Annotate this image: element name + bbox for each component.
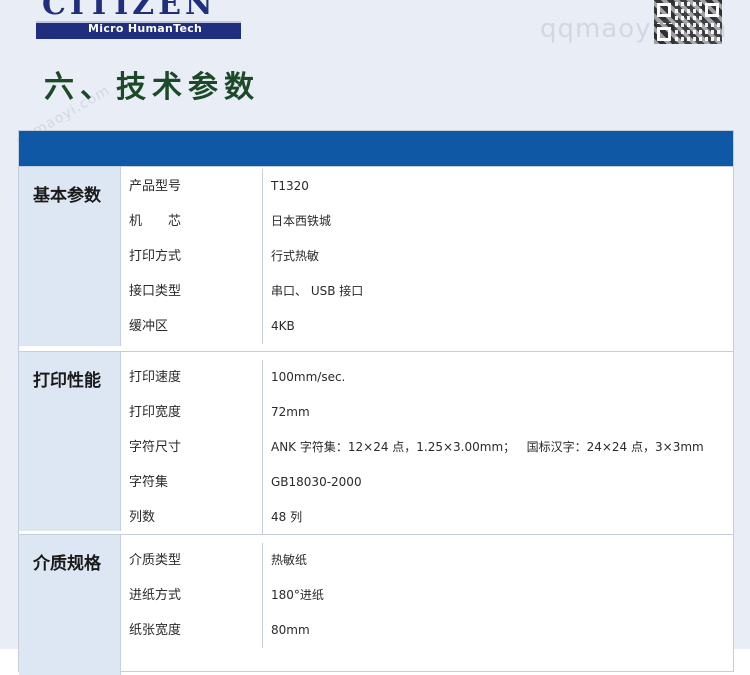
table-row: 缓冲区 4KB bbox=[122, 309, 733, 344]
table-row: 字符集 GB18030-2000 bbox=[122, 465, 733, 500]
param-name: 产品型号 bbox=[122, 169, 263, 204]
page-title: 六、技术参数 bbox=[44, 70, 260, 105]
param-value: 100mm/sec. bbox=[271, 370, 346, 384]
param-value: T1320 bbox=[271, 179, 309, 193]
param-name: 打印方式 bbox=[122, 239, 263, 274]
spec-table: 基本参数 产品型号 T1320 机 芯 日本西铁城 打印方式 行式热敏 接口类型… bbox=[18, 130, 734, 675]
qr-finder bbox=[654, 24, 674, 44]
table-row: 字符尺寸 ANK 字符集：12×24 点，1.25×3.00mm； 国标汉字：2… bbox=[122, 430, 733, 465]
qr-code-icon bbox=[654, 0, 722, 44]
spec-section: 介质规格 介质类型 热敏纸 进纸方式 180°进纸 纸张宽度 80mm bbox=[19, 534, 733, 675]
param-name: 缓冲区 bbox=[122, 309, 263, 344]
param-name: 列数 bbox=[122, 500, 263, 535]
table-row: 打印方式 行式热敏 bbox=[122, 239, 733, 274]
qr-finder bbox=[702, 0, 722, 20]
param-value: 串口、 USB 接口 bbox=[271, 284, 364, 298]
table-row: 产品型号 T1320 bbox=[122, 169, 733, 204]
param-name: 进纸方式 bbox=[122, 578, 263, 613]
spec-section: 打印性能 打印速度 100mm/sec. 打印宽度 72mm 字符尺寸 ANK … bbox=[19, 351, 733, 535]
param-name: 字符集 bbox=[122, 465, 263, 500]
spec-section: 基本参数 产品型号 T1320 机 芯 日本西铁城 打印方式 行式热敏 接口类型… bbox=[19, 166, 733, 346]
table-row: 机 芯 日本西铁城 bbox=[122, 204, 733, 239]
param-name: 字符尺寸 bbox=[122, 430, 263, 465]
brand-tagline: Micro HumanTech bbox=[88, 22, 203, 35]
param-value: 行式热敏 bbox=[271, 249, 320, 263]
qr-finder bbox=[654, 0, 674, 20]
param-value: 4KB bbox=[271, 319, 295, 333]
param-value: ANK 字符集：12×24 点，1.25×3.00mm； 国标汉字：24×24 … bbox=[271, 440, 704, 454]
section-label: 介质规格 bbox=[19, 535, 121, 675]
section-label: 打印性能 bbox=[19, 352, 121, 531]
param-value: 48 列 bbox=[271, 510, 303, 524]
table-row: 接口类型 串口、 USB 接口 bbox=[122, 274, 733, 309]
table-row: 列数 48 列 bbox=[122, 500, 733, 535]
param-value: 日本西铁城 bbox=[271, 214, 332, 228]
param-value: GB18030-2000 bbox=[271, 475, 362, 489]
table-row: 介质类型 热敏纸 bbox=[122, 543, 733, 578]
citizen-logo: CITIZEN Micro HumanTech bbox=[36, 0, 244, 40]
param-name: 纸张宽度 bbox=[122, 613, 263, 648]
table-row: 纸张宽度 80mm bbox=[122, 613, 733, 648]
param-name: 机 芯 bbox=[122, 204, 263, 239]
param-value: 180°进纸 bbox=[271, 588, 324, 602]
param-name: 接口类型 bbox=[122, 274, 263, 309]
param-name: 介质类型 bbox=[122, 543, 263, 578]
param-value: 80mm bbox=[271, 623, 310, 637]
table-row: 打印宽度 72mm bbox=[122, 395, 733, 430]
param-value: 热敏纸 bbox=[271, 553, 308, 567]
table-row: 打印速度 100mm/sec. bbox=[122, 360, 733, 395]
param-value: 72mm bbox=[271, 405, 310, 419]
param-name: 打印宽度 bbox=[122, 395, 263, 430]
param-name: 打印速度 bbox=[122, 360, 263, 395]
section-label: 基本参数 bbox=[19, 167, 121, 346]
brand-name: CITIZEN bbox=[42, 0, 217, 22]
table-header-bar bbox=[19, 131, 733, 166]
table-row: 进纸方式 180°进纸 bbox=[122, 578, 733, 613]
